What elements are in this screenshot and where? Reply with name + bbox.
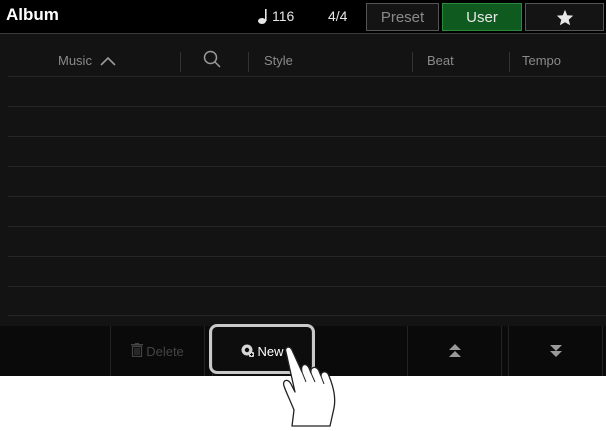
- column-music[interactable]: Music: [58, 53, 116, 68]
- column-divider: [180, 52, 181, 72]
- list-item[interactable]: [8, 196, 606, 226]
- column-tempo[interactable]: Tempo: [522, 53, 561, 68]
- list-item[interactable]: [8, 76, 606, 106]
- list-item[interactable]: [8, 226, 606, 256]
- tap-hand-icon: [282, 346, 336, 427]
- trash-icon: [131, 342, 144, 360]
- column-divider: [509, 52, 510, 72]
- tempo-value: 116: [272, 8, 295, 24]
- time-signature: 4/4: [328, 8, 348, 24]
- delete-button[interactable]: Delete: [110, 326, 205, 376]
- delete-label: Delete: [146, 343, 184, 359]
- chevron-up-icon: [100, 56, 116, 66]
- column-beat[interactable]: Beat: [427, 53, 454, 68]
- page-title: Album: [6, 5, 59, 24]
- list-item[interactable]: [8, 286, 606, 316]
- column-style[interactable]: Style: [264, 53, 293, 68]
- top-bar: Album 116 4/4 Preset User: [0, 0, 606, 34]
- list-item[interactable]: [8, 106, 606, 136]
- tab-preset[interactable]: Preset: [366, 3, 439, 31]
- list-item[interactable]: [8, 256, 606, 286]
- album-screen: Album 116 4/4 Preset User Music Style Be…: [0, 0, 606, 376]
- column-header: Music Style Beat Tempo: [0, 44, 606, 76]
- column-divider: [412, 52, 413, 72]
- gear-plus-icon: [240, 343, 255, 360]
- tempo-readout: 116: [258, 8, 294, 24]
- list-item[interactable]: [8, 166, 606, 196]
- column-divider: [248, 52, 249, 72]
- list-item[interactable]: [8, 136, 606, 166]
- tab-user[interactable]: User: [442, 3, 522, 31]
- page-down-button[interactable]: [508, 326, 603, 376]
- column-music-label: Music: [58, 53, 92, 68]
- song-list: [8, 76, 606, 316]
- search-icon[interactable]: [203, 50, 221, 73]
- page-down-icon: [549, 345, 562, 357]
- page-up-button[interactable]: [407, 326, 502, 376]
- quarter-note-icon: [258, 8, 268, 24]
- page-up-icon: [448, 344, 461, 357]
- tab-favorites[interactable]: [525, 3, 604, 31]
- star-icon: [556, 9, 573, 26]
